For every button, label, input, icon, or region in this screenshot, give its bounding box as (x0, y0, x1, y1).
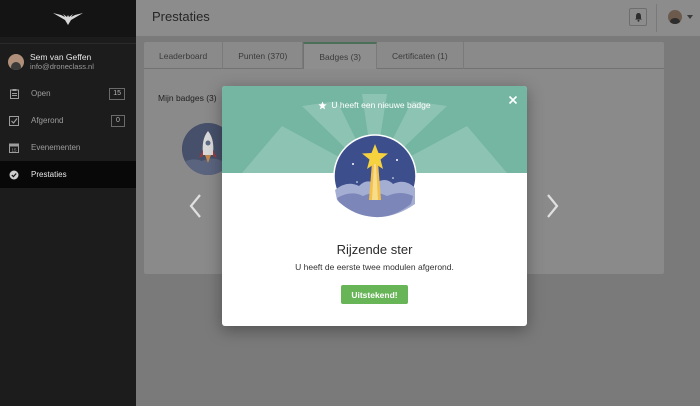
rising-star-badge-icon (333, 134, 417, 218)
badge-notice-text: U heeft een nieuwe badge (331, 100, 431, 110)
sidebar-item-label: Evenementen (31, 143, 81, 152)
notifications-button[interactable] (629, 8, 647, 26)
star-icon (318, 100, 328, 109)
avatar (8, 54, 24, 70)
badge-description: U heeft de eerste twee modulen afgerond. (295, 262, 454, 272)
user-profile[interactable]: Sem van Geffen info@droneclass.nl (0, 43, 136, 80)
checkbox-icon (9, 115, 19, 126)
sidebar-item-afgerond[interactable]: Afgerond 0 (0, 107, 136, 134)
section-title: Mijn badges (3) (158, 93, 217, 103)
sidebar-item-label: Open (31, 89, 51, 98)
page-title: Prestaties (152, 9, 210, 24)
eagle-logo-icon[interactable] (51, 12, 85, 26)
count-badge: 15 (109, 88, 125, 100)
tab-certificaten[interactable]: Certificaten (1) (377, 42, 464, 69)
tab-leaderboard[interactable]: Leaderboard (144, 42, 224, 69)
sidebar-item-open[interactable]: Open 15 (0, 80, 136, 107)
bell-icon (634, 13, 642, 22)
close-icon[interactable] (508, 95, 518, 105)
chevron-right-icon[interactable] (542, 191, 562, 221)
sidebar-item-evenementen[interactable]: 15 Evenementen (0, 134, 136, 161)
sidebar: Sem van Geffen info@droneclass.nl Open 1… (0, 0, 136, 406)
divider (656, 4, 657, 32)
tab-punten[interactable]: Punten (370) (223, 42, 304, 69)
new-badge-modal: U heeft een nieuwe badge Rijzende ster U… (222, 86, 527, 326)
user-email: info@droneclass.nl (30, 61, 94, 71)
topbar: Prestaties (136, 0, 700, 37)
clipboard-icon (9, 88, 19, 99)
confirm-button[interactable]: Uitstekend! (341, 285, 408, 304)
chevron-down-icon[interactable] (687, 15, 693, 19)
chevron-left-icon[interactable] (186, 191, 206, 221)
sidebar-item-label: Prestaties (31, 170, 67, 179)
tab-badges[interactable]: Badges (3) (303, 42, 377, 69)
calendar-icon: 15 (9, 143, 19, 153)
logo-bar (0, 0, 136, 37)
sidebar-item-label: Afgerond (31, 116, 64, 125)
badge-notice: U heeft een nieuwe badge (222, 100, 527, 110)
sidebar-item-prestaties[interactable]: Prestaties (0, 161, 136, 188)
user-menu-avatar[interactable] (668, 10, 682, 24)
badge-check-icon (9, 170, 19, 180)
count-badge: 0 (111, 115, 125, 127)
svg-text:15: 15 (11, 147, 17, 152)
badge-title: Rijzende ster (336, 242, 413, 257)
tab-bar: Leaderboard Punten (370) Badges (3) Cert… (144, 42, 664, 69)
